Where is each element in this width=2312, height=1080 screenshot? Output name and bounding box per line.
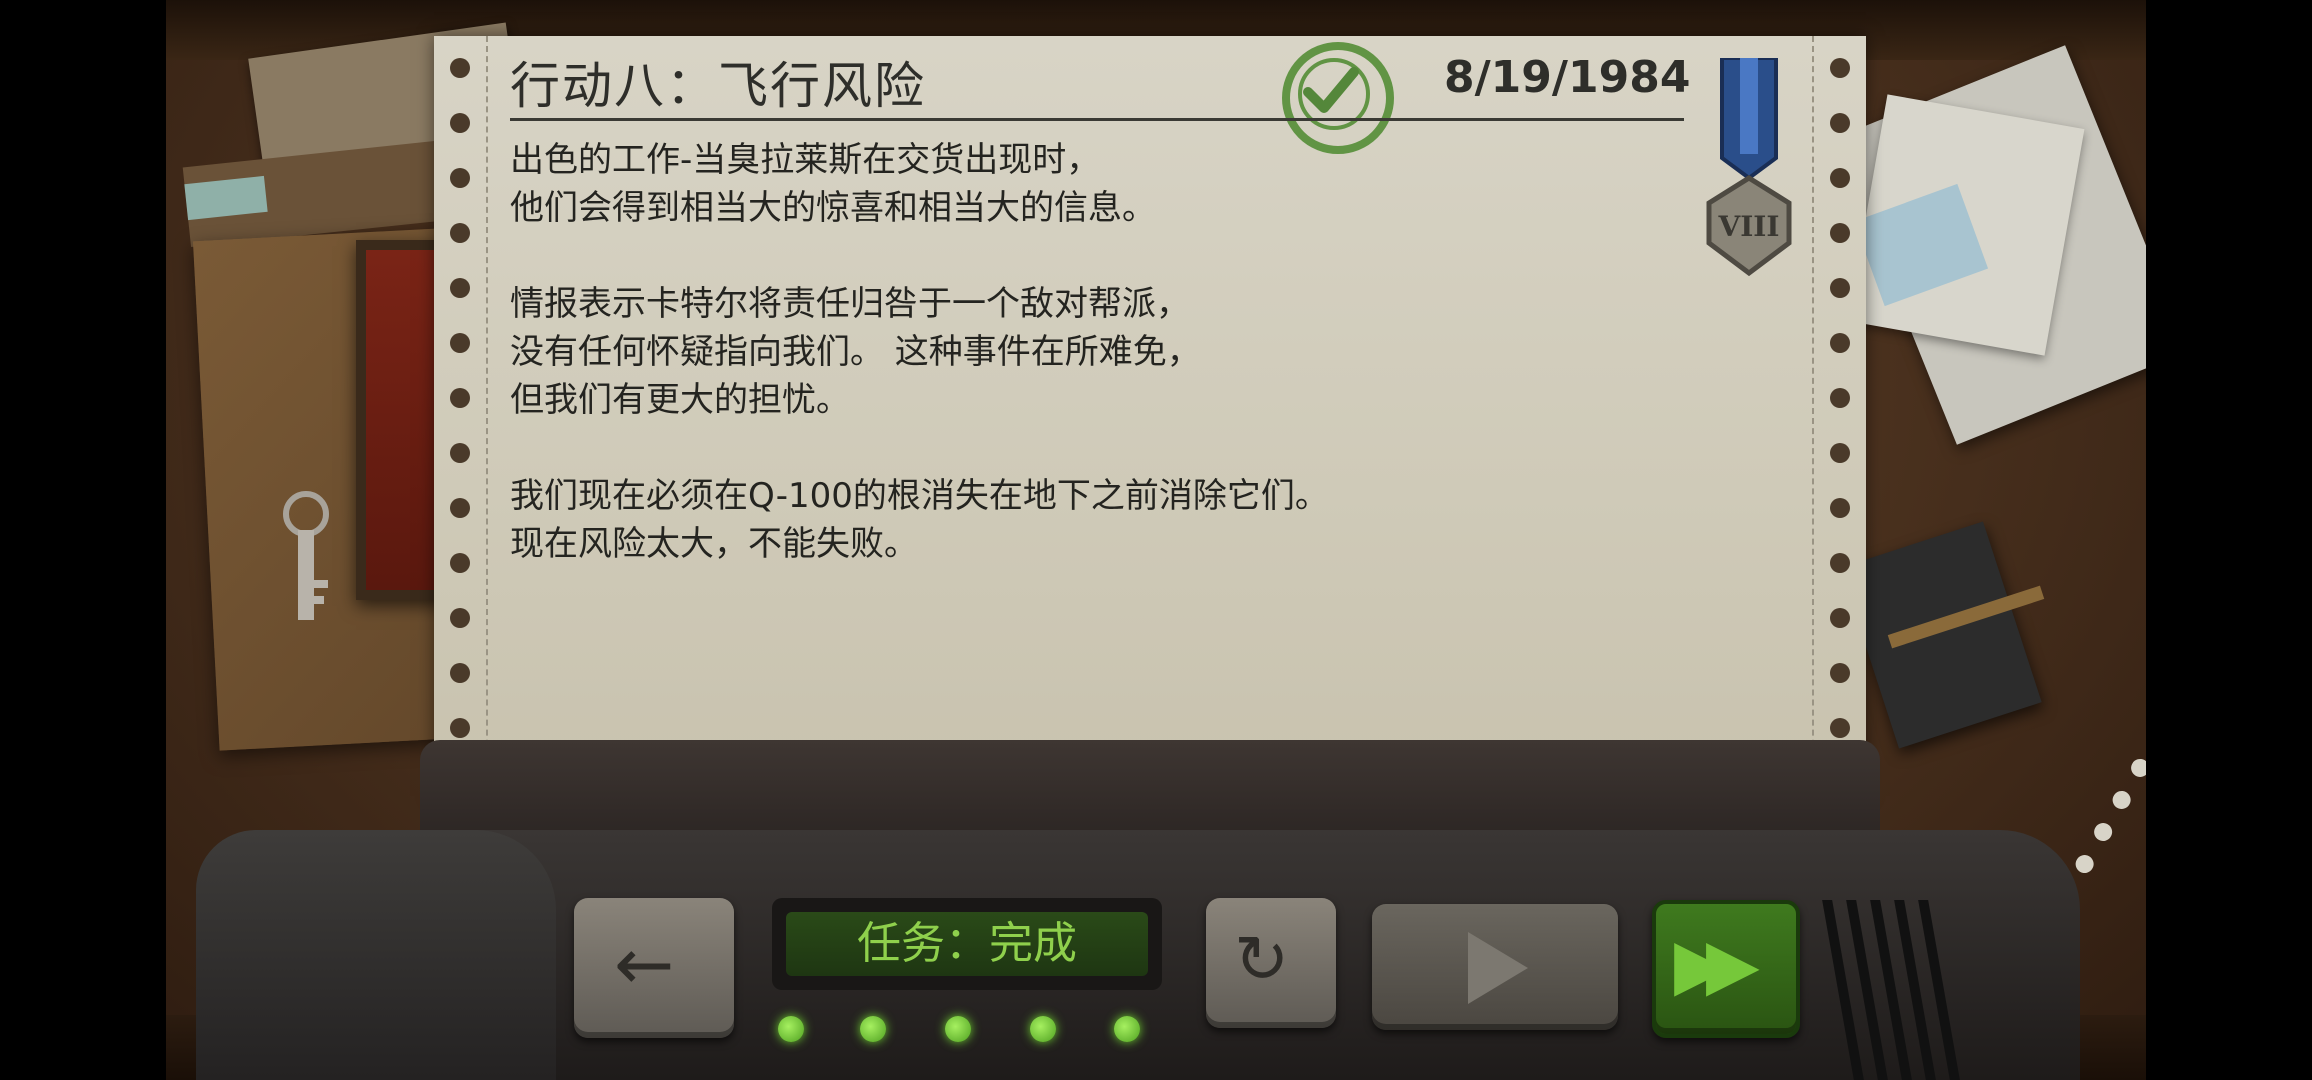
briefing-line: 没有任何怀疑指向我们。 这种事件在所难免， — [510, 332, 1201, 372]
mission-briefing-paper: 行动八：飞行风险 8/19/1984 VIII 出色的工作-当臭拉莱斯在交货出现… — [434, 36, 1866, 796]
fast-forward-button[interactable]: ▶▶ — [1652, 900, 1800, 1038]
progress-led — [1114, 1016, 1140, 1042]
feed-hole — [450, 718, 470, 738]
play-icon — [1468, 932, 1528, 1004]
feed-hole — [1830, 443, 1850, 463]
feed-hole — [450, 663, 470, 683]
medal-numeral: VIII — [1717, 210, 1779, 243]
back-button[interactable]: ← — [574, 898, 734, 1038]
play-button[interactable] — [1372, 904, 1618, 1030]
feed-hole — [450, 278, 470, 298]
briefing-line: 情报表示卡特尔将责任归咎于一个敌对帮派， — [510, 284, 1190, 324]
briefing-line: 现在风险太大，不能失败。 — [510, 524, 918, 564]
keys-icon — [283, 491, 329, 620]
feed-hole — [450, 113, 470, 133]
progress-led — [778, 1016, 804, 1042]
feed-hole — [1830, 608, 1850, 628]
phone-handset — [196, 830, 556, 1080]
briefing-line: 我们现在必须在Q-100的根消失在地下之前消除它们。 — [510, 476, 1329, 516]
progress-led — [860, 1016, 886, 1042]
mission-briefing-text: 出色的工作-当臭拉莱斯在交货出现时， 他们会得到相当大的惊喜和相当大的信息。 情… — [510, 136, 1610, 568]
feed-hole — [1830, 388, 1850, 408]
feed-hole — [1830, 663, 1850, 683]
feed-hole — [1830, 278, 1850, 298]
feed-hole — [450, 168, 470, 188]
tractor-feed-right — [1812, 36, 1866, 796]
feed-hole — [450, 223, 470, 243]
feed-hole — [450, 58, 470, 78]
fast-forward-icon: ▶▶ — [1674, 923, 1760, 1005]
feed-hole — [1830, 718, 1850, 738]
feed-hole — [450, 443, 470, 463]
feed-hole — [1830, 168, 1850, 188]
briefing-line: 出色的工作-当臭拉莱斯在交货出现时， — [510, 140, 1101, 180]
feed-hole — [1830, 553, 1850, 573]
replay-button[interactable]: ↻ — [1206, 898, 1336, 1028]
feed-hole — [1830, 333, 1850, 353]
feed-hole — [450, 498, 470, 518]
feed-hole — [1830, 498, 1850, 518]
progress-led — [1030, 1016, 1056, 1042]
feed-hole — [450, 388, 470, 408]
mission-date: 8/19/1984 — [1444, 52, 1691, 103]
feed-hole — [450, 608, 470, 628]
medal-icon: VIII — [1706, 58, 1792, 277]
mission-status-display: 任务：完成 — [786, 912, 1148, 976]
briefing-line: 他们会得到相当大的惊喜和相当大的信息。 — [510, 188, 1156, 228]
feed-hole — [1830, 113, 1850, 133]
back-arrow-icon: ← — [614, 922, 675, 1006]
replay-icon: ↻ — [1234, 921, 1290, 998]
briefing-line: 但我们有更大的担忧。 — [510, 380, 850, 420]
feed-hole — [1830, 58, 1850, 78]
speaker-grille — [1822, 900, 1960, 1080]
mission-title: 行动八：飞行风险 — [510, 57, 926, 115]
tractor-feed-left — [434, 36, 488, 796]
feed-hole — [450, 333, 470, 353]
feed-hole — [450, 553, 470, 573]
feed-hole — [1830, 223, 1850, 243]
progress-led — [945, 1016, 971, 1042]
title-divider — [510, 118, 1684, 121]
